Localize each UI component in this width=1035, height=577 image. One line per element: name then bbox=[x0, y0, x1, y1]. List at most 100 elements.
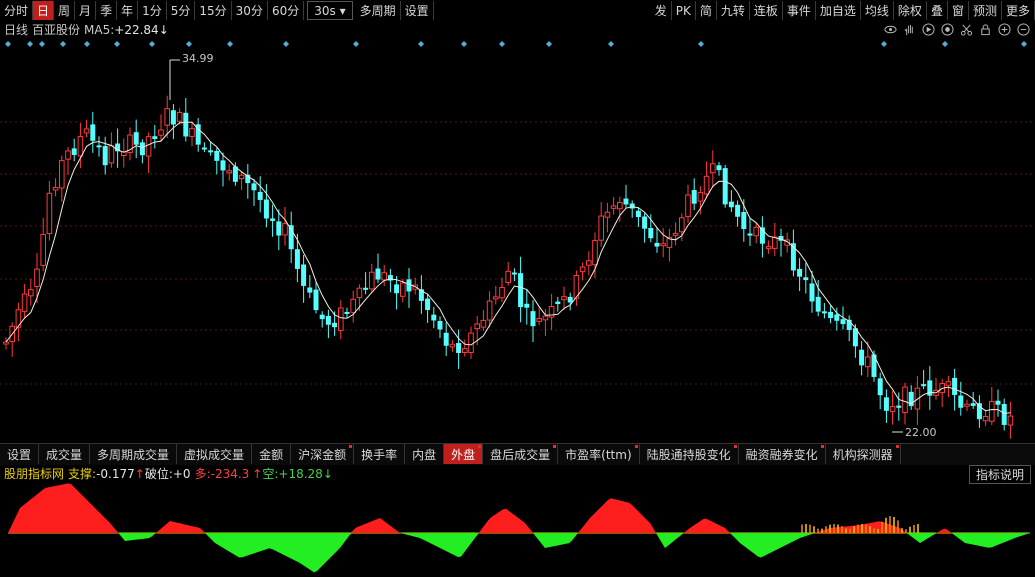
tool-button-1[interactable]: PK bbox=[672, 1, 696, 20]
chart-tools bbox=[883, 22, 1031, 37]
candle-body bbox=[617, 201, 623, 210]
indicator-name[interactable]: 股朋指标网 bbox=[4, 465, 64, 482]
tab-7[interactable]: 内盘 bbox=[405, 444, 445, 464]
eye-icon[interactable] bbox=[883, 22, 898, 37]
candle-body bbox=[623, 198, 629, 205]
candle-body bbox=[456, 343, 462, 353]
candle-body bbox=[815, 296, 821, 312]
lock-icon[interactable] bbox=[978, 22, 993, 37]
tool-button-4[interactable]: 连板 bbox=[750, 1, 783, 20]
candle-body bbox=[629, 203, 635, 209]
tab-label: 成交量 bbox=[46, 447, 83, 462]
candle-body bbox=[976, 403, 982, 420]
play-icon[interactable] bbox=[921, 22, 936, 37]
tool-button-9[interactable]: 叠 bbox=[927, 1, 948, 20]
candle-body bbox=[728, 201, 734, 208]
indicator-readout: 股朋指标网 支撑: -0.177 ↑ 破位: +0 多: -234.3 ↑ 空:… bbox=[0, 465, 1035, 482]
tab-8[interactable]: 外盘 bbox=[444, 444, 484, 464]
tab-label: 融资融券变化 bbox=[745, 447, 818, 462]
tab-4[interactable]: 金额 bbox=[252, 444, 292, 464]
break-arrow-icon: ↑ bbox=[134, 466, 145, 481]
tab-5[interactable]: 沪深金额 bbox=[291, 444, 355, 464]
tab-9[interactable]: 盘后成交量 bbox=[483, 444, 559, 464]
tab-0[interactable]: 设置 bbox=[0, 444, 40, 464]
candle-body bbox=[821, 311, 827, 314]
zoom-in-icon[interactable] bbox=[997, 22, 1012, 37]
event-diamond-icon bbox=[114, 41, 120, 47]
tool-button-2[interactable]: 简 bbox=[696, 1, 717, 20]
record-icon[interactable] bbox=[940, 22, 955, 37]
event-diamond-icon bbox=[39, 41, 45, 47]
tool-button-0[interactable]: 发 bbox=[651, 1, 672, 20]
tab-label: 外盘 bbox=[451, 447, 476, 462]
scissors-icon[interactable] bbox=[959, 22, 974, 37]
candle-body bbox=[505, 270, 511, 284]
candle-body bbox=[238, 174, 245, 180]
event-diamond-icon bbox=[418, 41, 424, 47]
tool-button-8[interactable]: 除权 bbox=[894, 1, 927, 20]
candle-body bbox=[567, 296, 573, 303]
candle-body bbox=[369, 271, 375, 290]
period-button-9[interactable]: 30分 bbox=[232, 1, 268, 20]
period-button-7[interactable]: 5分 bbox=[167, 1, 196, 20]
candle-body bbox=[77, 136, 84, 157]
settings-button[interactable]: 设置 bbox=[401, 1, 434, 20]
candle-body bbox=[319, 314, 325, 320]
hand-icon[interactable] bbox=[902, 22, 917, 37]
tab-label: 换手率 bbox=[361, 447, 398, 462]
candle-body bbox=[586, 260, 592, 266]
period-button-3[interactable]: 月 bbox=[75, 1, 97, 20]
candle-body bbox=[772, 236, 778, 249]
candle-body bbox=[108, 145, 115, 164]
candle-body bbox=[685, 194, 691, 218]
ma-arrow-icon: ↓ bbox=[158, 22, 169, 37]
zoom-out-icon[interactable] bbox=[1016, 22, 1031, 37]
candle-body bbox=[703, 175, 710, 195]
candle-body bbox=[294, 249, 300, 269]
ma-value: +22.84 bbox=[114, 22, 159, 37]
candle-body bbox=[697, 192, 704, 202]
tool-button-7[interactable]: 均线 bbox=[861, 1, 894, 20]
tab-3[interactable]: 虚拟成交量 bbox=[177, 444, 253, 464]
tool-button-11[interactable]: 预测 bbox=[969, 1, 1002, 20]
period-button-1[interactable]: 日 bbox=[33, 1, 55, 20]
tool-button-10[interactable]: 窗 bbox=[948, 1, 969, 20]
long-value: -234.3 bbox=[210, 466, 250, 481]
low-price-label: 22.00 bbox=[905, 426, 937, 439]
candle-body bbox=[958, 395, 964, 408]
tab-10[interactable]: 市盈率(ttm) bbox=[558, 444, 640, 464]
tool-button-6[interactable]: 加自选 bbox=[816, 1, 861, 20]
candle-body bbox=[338, 307, 344, 331]
tab-2[interactable]: 多周期成交量 bbox=[90, 444, 178, 464]
period-dropdown[interactable]: 30s ▾ bbox=[307, 1, 353, 20]
period-button-0[interactable]: 分时 bbox=[0, 1, 34, 20]
tool-button-5[interactable]: 事件 bbox=[783, 1, 816, 20]
candle-body bbox=[381, 272, 387, 281]
tab-13[interactable]: 机构探测器 bbox=[826, 444, 901, 464]
candlestick-chart[interactable] bbox=[0, 38, 1035, 443]
tool-button-3[interactable]: 九转 bbox=[717, 1, 750, 20]
candle-body bbox=[561, 296, 567, 301]
candle-body bbox=[635, 210, 641, 218]
period-button-8[interactable]: 15分 bbox=[195, 1, 232, 20]
tab-11[interactable]: 陆股通持股变化 bbox=[640, 444, 739, 464]
period-button-10[interactable]: 60分 bbox=[268, 1, 305, 20]
candle-body bbox=[257, 191, 263, 200]
multi-period-button[interactable]: 多周期 bbox=[356, 1, 401, 20]
indicator-chart[interactable] bbox=[0, 482, 1035, 577]
tab-12[interactable]: 融资融券变化 bbox=[739, 444, 826, 464]
period-button-4[interactable]: 季 bbox=[96, 1, 118, 20]
candle-body bbox=[945, 381, 952, 386]
candle-body bbox=[325, 315, 331, 325]
short-label: 空: bbox=[262, 467, 279, 481]
candle-body bbox=[765, 246, 772, 250]
period-button-5[interactable]: 年 bbox=[117, 1, 139, 20]
candle-body bbox=[883, 397, 889, 411]
tool-button-12[interactable]: 更多 bbox=[1002, 1, 1035, 20]
period-button-2[interactable]: 周 bbox=[54, 1, 76, 20]
tab-6[interactable]: 换手率 bbox=[354, 444, 406, 464]
candle-body bbox=[90, 124, 96, 141]
tool-buttons: 发 PK 简九转 连板 事件 加自选 均线 除权叠窗预测 更多 bbox=[651, 0, 1035, 21]
period-button-6[interactable]: 1分 bbox=[138, 1, 167, 20]
tab-1[interactable]: 成交量 bbox=[39, 444, 91, 464]
